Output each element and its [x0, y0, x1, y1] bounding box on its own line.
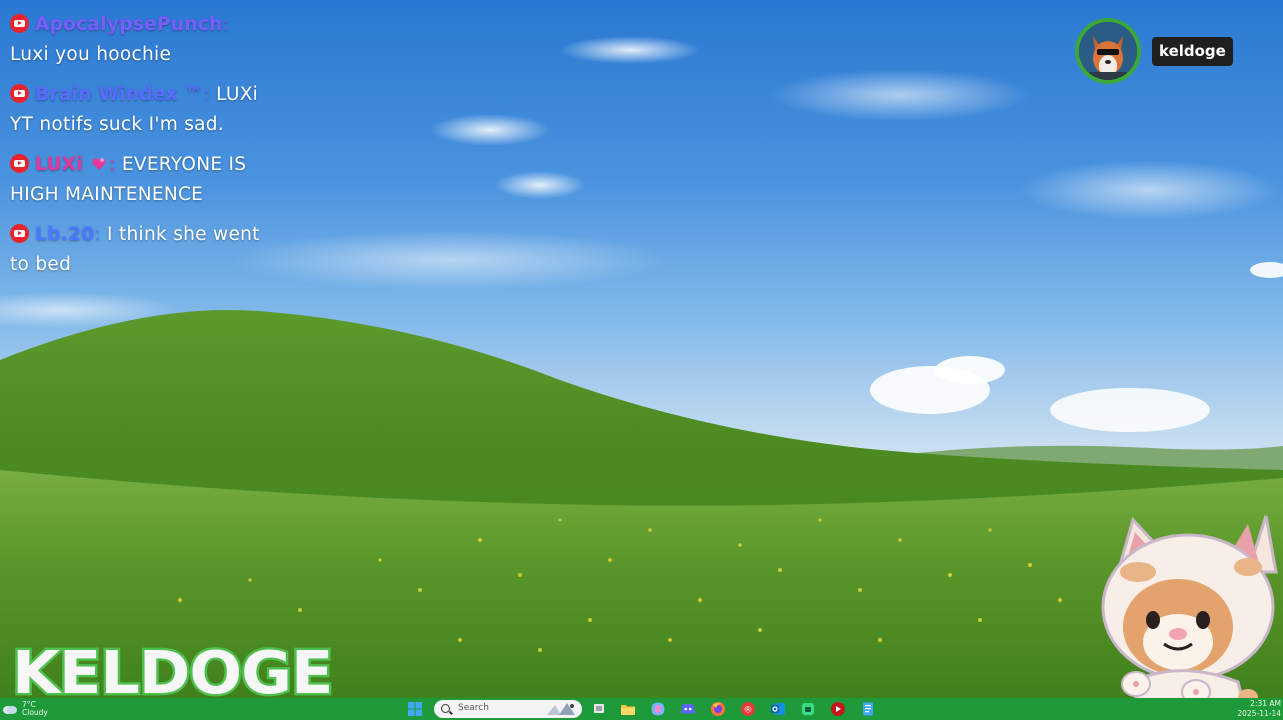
youtube-icon — [10, 154, 29, 173]
youtube-icon — [10, 14, 29, 33]
youtube-music-icon[interactable] — [830, 701, 846, 717]
app-red-icon[interactable]: ® — [740, 701, 756, 717]
chat-separator: : — [222, 14, 230, 35]
streamer-avatar-ring — [1075, 18, 1141, 84]
mascot-character-icon — [1101, 515, 1278, 720]
taskbar-search[interactable]: Search — [434, 700, 582, 718]
chat-overlay: ApocalypsePunch: Luxi you hoochie Brain … — [10, 10, 270, 290]
cloud-icon — [3, 706, 17, 714]
copilot-icon[interactable] — [650, 701, 666, 717]
firefox-icon[interactable] — [710, 701, 726, 717]
dog-avatar-icon — [1079, 22, 1137, 80]
chat-username: ApocalypsePunch — [35, 14, 223, 35]
android-icon[interactable] — [800, 701, 816, 717]
chat-username: Lb.20 — [35, 224, 95, 245]
search-highlight-icon — [547, 703, 575, 715]
chat-text: Luxi you hoochie — [10, 44, 172, 65]
discord-icon[interactable] — [680, 701, 696, 717]
outlook-icon[interactable] — [770, 701, 786, 717]
chat-message: Brain Windex ™: LUXi YT notifs suck I'm … — [10, 80, 270, 140]
taskbar: 7°C Cloudy Search ® 2:31 AM 2025-11-14 — [0, 698, 1283, 720]
file-explorer-icon[interactable] — [620, 701, 636, 717]
windows-start-icon[interactable] — [407, 701, 423, 717]
streamer-name-tag: keldoge — [1152, 37, 1233, 66]
weather-widget[interactable]: 7°C Cloudy — [2, 698, 48, 720]
clock-date: 2025-11-14 — [1237, 709, 1281, 718]
clock-time: 2:31 AM — [1250, 699, 1281, 708]
chat-message: LUXi : EVERYONE IS HIGH MAINTENENCE — [10, 150, 270, 210]
chat-separator: : — [203, 84, 217, 105]
desktop: ApocalypsePunch: Luxi you hoochie Brain … — [0, 0, 1283, 720]
youtube-icon — [10, 84, 29, 103]
chat-separator: : — [109, 154, 122, 175]
svg-text:®: ® — [744, 706, 753, 716]
chat-message: ApocalypsePunch: Luxi you hoochie — [10, 10, 270, 70]
chat-separator: : — [94, 224, 108, 245]
weather-condition: Cloudy — [22, 708, 48, 717]
chat-username: Brain Windex ™ — [35, 84, 204, 105]
heart-icon — [92, 158, 106, 170]
search-placeholder: Search — [458, 703, 489, 713]
task-view-icon[interactable] — [591, 701, 607, 717]
avatar — [1079, 22, 1137, 80]
chat-username: LUXi — [35, 154, 83, 175]
notepad-icon[interactable] — [860, 701, 876, 717]
youtube-icon — [10, 224, 29, 243]
chat-message: Lb.20: I think she went to bed — [10, 220, 270, 280]
taskbar-clock[interactable]: 2:31 AM 2025-11-14 — [1237, 699, 1281, 719]
search-icon — [441, 704, 450, 713]
